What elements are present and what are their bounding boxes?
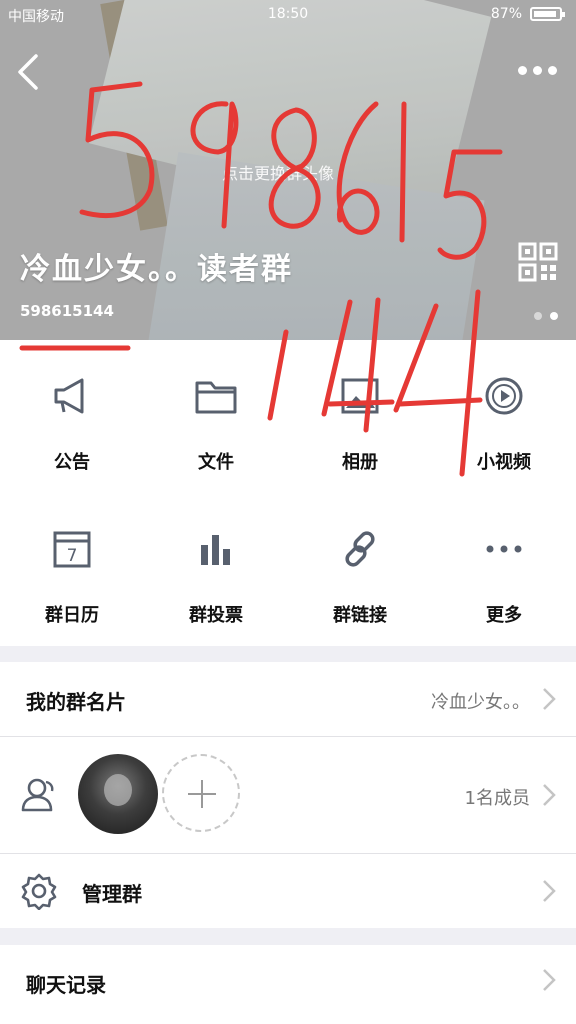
more-dots-icon xyxy=(486,545,522,553)
feature-album[interactable]: 相册 xyxy=(288,340,432,493)
feature-announcement[interactable]: 公告 xyxy=(0,340,144,493)
cover-page-indicator xyxy=(534,312,558,320)
member-avatar[interactable] xyxy=(78,754,158,834)
link-icon xyxy=(345,531,375,567)
row-title: 管理群 xyxy=(82,882,142,906)
feature-grid: 公告 文件 相册 小视频 7 群日历 群投票 群链接 更多 xyxy=(0,340,576,646)
chat-history-row[interactable]: 聊天记录 xyxy=(0,945,576,1024)
row-title: 我的群名片 xyxy=(26,690,126,714)
feature-files[interactable]: 文件 xyxy=(144,340,288,493)
page-dot-active xyxy=(550,312,558,320)
feature-group-calendar[interactable]: 7 群日历 xyxy=(0,493,144,646)
feature-label: 群日历 xyxy=(45,605,99,626)
dot-icon xyxy=(548,65,557,75)
chevron-right-icon xyxy=(543,969,556,991)
qr-code-icon[interactable] xyxy=(518,242,558,282)
chevron-left-icon xyxy=(18,54,38,90)
manage-group-row[interactable]: 管理群 xyxy=(0,854,576,928)
calendar-icon: 7 xyxy=(53,531,91,568)
feature-label: 群链接 xyxy=(333,605,387,626)
chevron-right-icon xyxy=(543,688,556,710)
feature-group-link[interactable]: 群链接 xyxy=(288,493,432,646)
member-count: 1名成员 xyxy=(464,788,530,809)
change-cover-hint[interactable]: 点击更换群头像 xyxy=(222,160,334,184)
megaphone-icon xyxy=(54,378,84,414)
feature-group-vote[interactable]: 群投票 xyxy=(144,493,288,646)
back-button[interactable] xyxy=(12,52,46,92)
chevron-right-icon xyxy=(543,784,556,806)
group-cover-header[interactable]: 中国移动 18:50 87% 点击更换群头像 冷血少女。。读者群 5986151… xyxy=(0,0,576,340)
my-nickname-value: 冷血少女。。 xyxy=(431,692,530,713)
feature-label: 相册 xyxy=(342,452,378,473)
status-bar: 中国移动 18:50 87% xyxy=(0,0,576,30)
video-icon xyxy=(485,377,523,415)
more-options-button[interactable] xyxy=(518,60,562,80)
feature-more[interactable]: 更多 xyxy=(432,493,576,646)
feature-short-video[interactable]: 小视频 xyxy=(432,340,576,493)
group-id: 598615144 xyxy=(20,302,114,320)
dot-icon xyxy=(518,65,527,75)
group-name: 冷血少女。。读者群 xyxy=(20,252,293,287)
bar-chart-icon xyxy=(201,535,230,565)
feature-label: 小视频 xyxy=(477,452,531,473)
photo-album-icon xyxy=(341,378,379,414)
row-title: 聊天记录 xyxy=(26,973,106,997)
folder-icon xyxy=(195,381,237,414)
chevron-right-icon xyxy=(543,880,556,902)
add-member-button[interactable] xyxy=(162,754,240,832)
battery-percent: 87% xyxy=(490,6,522,22)
svg-text:7: 7 xyxy=(67,546,78,566)
battery-icon xyxy=(530,7,565,21)
page-dot xyxy=(534,312,542,320)
my-group-card-row[interactable]: 我的群名片 冷血少女。。 xyxy=(0,662,576,736)
feature-label: 群投票 xyxy=(189,605,243,626)
members-icon xyxy=(21,778,54,812)
clock: 18:50 xyxy=(267,6,309,22)
feature-label: 公告 xyxy=(54,452,90,473)
dot-icon xyxy=(533,65,542,75)
feature-label: 更多 xyxy=(486,605,522,626)
gear-icon xyxy=(21,873,57,910)
feature-label: 文件 xyxy=(198,452,234,473)
